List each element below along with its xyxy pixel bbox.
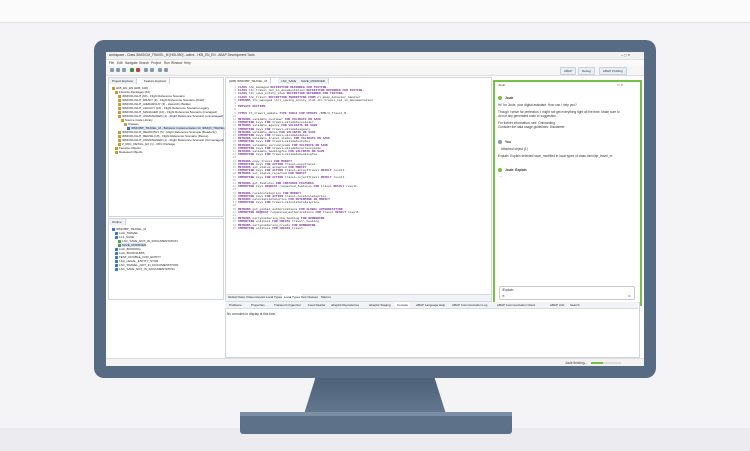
code-line: IMPORTING keys REQUEST requested_feature…	[238, 185, 359, 189]
code-line: IMPORTING keys FOR travel~calculatetotal…	[238, 201, 321, 205]
tab-class-relevant-local-types[interactable]: Class-relevant Local Types	[244, 294, 284, 300]
tab-test-classes[interactable]: Test Classes	[299, 294, 320, 300]
menu-file[interactable]: File	[109, 61, 114, 65]
menu-search[interactable]: Search	[139, 61, 149, 65]
line-number: 45	[232, 225, 236, 230]
status-bar: Joule thinking...	[106, 358, 644, 366]
code-line: IMPORTING keys FOR ACTION travel~rejectT…	[238, 175, 347, 179]
send-icon[interactable]: ➤	[628, 294, 631, 298]
view-search[interactable]: Search	[568, 302, 582, 308]
folder-icon	[115, 150, 118, 154]
joule-disclaimer-line2: do not any generated code or suggestion.	[498, 114, 557, 118]
window-title: workspace - Class /DMO/CM_TRAVEL_M [H05-…	[109, 53, 255, 57]
run-icon[interactable]	[130, 68, 134, 72]
bottom-views-panel	[225, 302, 640, 358]
view-abap-language-help[interactable]: ABAP Language Help	[414, 302, 447, 308]
tree-item-released-objects[interactable]: Released Objects	[115, 150, 143, 154]
joule-reply-avatar-icon	[498, 168, 502, 172]
attached-object[interactable]: Attached object (1)	[501, 147, 528, 151]
outline-panel: Outline /DMO/BP_TRAVEL_M LHC_TRAVEL LCL_…	[108, 218, 224, 300]
ide-screen: workspace - Class /DMO/CM_TRAVEL_M [H05-…	[106, 52, 644, 366]
class-icon	[115, 267, 118, 271]
code-line: PRIVATE SECTION.	[238, 105, 267, 109]
menu-navigate[interactable]: Navigate	[125, 61, 138, 65]
monitor-stand-neck	[304, 378, 446, 414]
perspective-debug[interactable]: Debug	[578, 67, 595, 75]
tab-macros[interactable]: Macros	[319, 294, 333, 300]
search-icon[interactable]	[150, 68, 154, 72]
view-feed-reader[interactable]: Feed Reader	[306, 302, 328, 308]
typing-indicator: ···	[499, 175, 503, 179]
user-label: You	[505, 140, 511, 144]
joule-name: Joule	[505, 96, 514, 100]
save-icon[interactable]	[116, 68, 120, 72]
joule-avatar-icon	[498, 96, 502, 100]
joule-panel-controls[interactable]: ▭ ✕	[617, 83, 623, 87]
outline-item[interactable]: LSC_SAVE_NOT_IN_DOCUMENTATION	[115, 267, 175, 271]
view-abapgit-staging[interactable]: abapGit Staging	[367, 302, 393, 308]
status-progress-fill	[591, 362, 603, 364]
new-icon[interactable]	[110, 68, 114, 72]
window-controls[interactable]: – ▢ ✕	[621, 53, 630, 57]
view-abap-communication-log[interactable]: ABAP Communication Log	[450, 302, 489, 308]
code-line: IMPORTING entities FOR CREATE travel.	[238, 226, 305, 230]
attach-icon[interactable]: ⊕	[502, 294, 505, 298]
menu-window[interactable]: Window	[171, 61, 182, 65]
code-line: IMPORTING keys FOR travel~validatebookin…	[238, 153, 320, 157]
menu-edit[interactable]: Edit	[117, 61, 123, 65]
project-explorer-panel: Project Explorer Feature Explorer H05_EN…	[108, 77, 229, 217]
code-line: FRIENDS ltc_managed ltcl_saving_entity_s…	[238, 98, 375, 102]
forward-icon[interactable]	[164, 68, 168, 72]
editor-breadcrumb-save-modified[interactable]: SAVE_MODIFIED	[298, 78, 330, 84]
joule-panel: Joule ▭ ✕ Joule Hi! I'm Joule, your digi…	[493, 80, 642, 306]
code-editor[interactable]: [H05] /DMO/BP_TRAVEL_M LSC_SAVE SAVE_MOD…	[225, 77, 492, 295]
back-icon[interactable]	[158, 68, 162, 72]
monitor-stand-base-highlight	[240, 412, 512, 416]
editor-tab-class[interactable]: [H05] /DMO/BP_TRAVEL_M	[226, 78, 271, 84]
view-transport-organizer[interactable]: Transport Organizer	[272, 302, 303, 308]
menu-project[interactable]: Project	[151, 61, 161, 65]
debug-icon[interactable]	[136, 68, 140, 72]
view-console[interactable]: Console	[395, 302, 411, 308]
tab-project-explorer[interactable]: Project Explorer	[109, 78, 138, 84]
perspective-abap[interactable]: ABAP	[560, 67, 577, 75]
perspective-abap-profiling[interactable]: ABAP Profiling	[599, 67, 627, 75]
joule-disclaimer-link[interactable]: Consider the data usage guidelines: Disc…	[498, 125, 565, 129]
status-progress-track	[591, 362, 621, 364]
status-text: Joule thinking...	[565, 361, 588, 365]
view-abap-communication-client[interactable]: ABAP Communication Client	[495, 302, 537, 308]
view-abap-unit[interactable]: ABAP Unit	[548, 302, 566, 308]
tab-feature-explorer[interactable]: Feature Explorer	[141, 78, 171, 84]
window-titlebar: workspace - Class /DMO/CM_TRAVEL_M [H05-…	[106, 52, 644, 60]
editor-breadcrumb-lsc-save[interactable]: LSC_SAVE	[278, 78, 301, 84]
save-all-icon[interactable]	[122, 68, 126, 72]
code-line: IMPORTING REQUEST requested_authorizatio…	[238, 210, 361, 214]
view-abapgit-repositories[interactable]: abapGit Repositories	[329, 302, 361, 308]
joule-chat-input[interactable]: /Explain ⊕ ➤	[499, 286, 635, 300]
joule-tab[interactable]: Joule	[498, 83, 505, 87]
joule-reply-label: Joule: Explain	[505, 168, 527, 172]
activate-icon[interactable]	[144, 68, 148, 72]
joule-intro: Hi! I'm Joule, your digital assistant. H…	[498, 103, 577, 107]
user-message: Explain: Explain selected save_modified …	[498, 154, 613, 158]
menu-run[interactable]: Run	[164, 61, 170, 65]
view-properties[interactable]: Properties	[249, 302, 267, 308]
tab-outline[interactable]: Outline	[109, 219, 126, 225]
menu-help[interactable]: Help	[184, 61, 191, 65]
console-message: No consoles to display at this time.	[227, 312, 277, 316]
joule-input-value: /Explain	[502, 288, 514, 292]
page-header-band	[0, 0, 750, 23]
user-avatar-icon	[498, 140, 502, 144]
code-line: TYPES tt_travel_update TYPE TABLE FOR UP…	[238, 111, 348, 115]
view-problems[interactable]: Problems	[227, 302, 244, 308]
